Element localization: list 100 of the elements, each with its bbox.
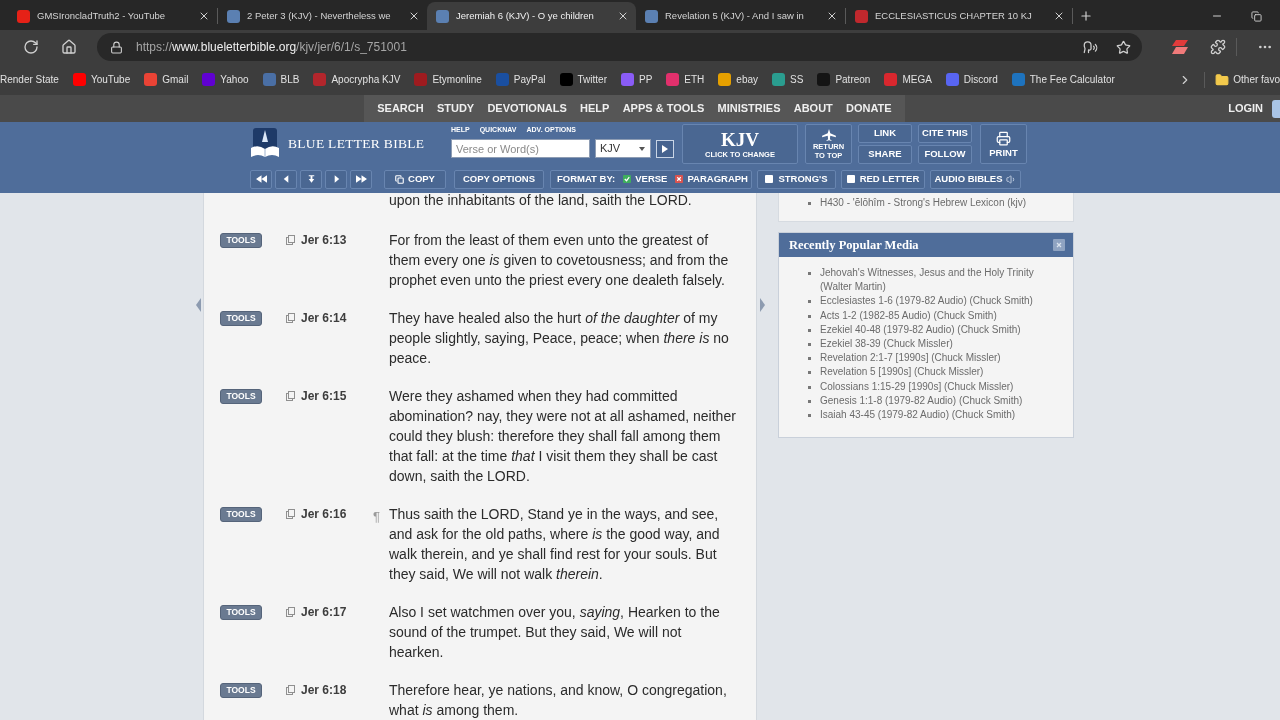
copy-button[interactable]: COPY [384, 169, 446, 189]
verse-reference[interactable]: Jer 6:14 [301, 308, 369, 328]
bookmark[interactable]: The Fee Calculator [1011, 72, 1115, 87]
media-link[interactable]: Ezekiel 38-39 (Chuck Missler) [820, 337, 1050, 352]
tools-button[interactable]: TOOLS [220, 605, 262, 620]
tools-button[interactable]: TOOLS [220, 389, 262, 404]
media-link[interactable]: Ezekiel 40-48 (1979-82 Audio) (Chuck Smith) [820, 322, 1050, 337]
bookmark[interactable]: SS [772, 72, 804, 87]
version-dropdown[interactable]: KJV [595, 139, 651, 158]
reload-icon[interactable] [23, 39, 39, 55]
bookmark[interactable]: Gmail [144, 72, 189, 87]
format-option[interactable]: PARAGRAPH [675, 171, 748, 187]
nav-link[interactable]: MINISTRIES [717, 100, 781, 117]
search-field[interactable]: Verse or Word(s) [451, 139, 590, 158]
home-icon[interactable] [61, 39, 77, 55]
new-tab-icon[interactable] [1079, 9, 1093, 23]
media-link[interactable]: Ecclesiastes 1-6 (1979-82 Audio) (Chuck Smith) [820, 294, 1050, 309]
tools-button[interactable]: TOOLS [220, 507, 262, 522]
tools-button[interactable]: TOOLS [220, 311, 262, 326]
read-aloud-icon[interactable] [1083, 39, 1098, 55]
media-link[interactable]: Acts 1-2 (1982-85 Audio) (Chuck Smith) [820, 308, 1050, 323]
verse-reference[interactable]: Jer 6:15 [301, 386, 369, 406]
restore-icon[interactable] [1251, 11, 1262, 22]
bookmark[interactable]: Discord [945, 72, 998, 87]
nav-link[interactable]: HELP [580, 100, 610, 117]
action-button[interactable]: FOLLOW [918, 145, 972, 164]
next-button[interactable] [325, 169, 347, 189]
stacked-cards-icon[interactable] [1172, 40, 1188, 54]
copy-icon[interactable] [286, 685, 295, 695]
media-link[interactable]: Revelation 2:1-7 [1990s] (Chuck Missler) [820, 351, 1050, 366]
close-icon[interactable] [826, 10, 838, 22]
lock-icon[interactable] [110, 40, 123, 54]
jump-down-button[interactable] [300, 169, 322, 189]
nav-link[interactable]: DONATE [846, 100, 892, 117]
bookmark[interactable]: PayPal [495, 72, 546, 87]
bookmark[interactable]: YouTube [72, 72, 131, 87]
audio-bibles-button[interactable]: AUDIO BIBLES [930, 169, 1021, 189]
address-bar[interactable]: https://www.blueletterbible.org/kjv/jer/6/1/s_751001 [97, 33, 1142, 61]
media-link[interactable]: Genesis 1:1-8 (1979-82 Audio) (Chuck Smith) [820, 393, 1050, 409]
print-button[interactable]: PRINT [980, 124, 1027, 164]
close-icon[interactable] [617, 10, 629, 22]
bookmark-folder[interactable]: Other favo [1215, 72, 1280, 87]
side-tab[interactable] [1272, 99, 1280, 118]
media-link[interactable]: Jehovah's Witnesses, Jesus and the Holy Trinity (Walter Martin) [820, 266, 1050, 295]
media-link[interactable]: Colossians 1:15-29 [1990s] (Chuck Missler) [820, 379, 1050, 394]
browser-tab[interactable]: GMSIroncladTruth2 - YouTube [8, 2, 217, 30]
bullet-icon [808, 343, 811, 346]
copy-icon[interactable] [286, 391, 295, 401]
previous-button[interactable] [275, 169, 297, 189]
browser-tab[interactable]: ECCLESIASTICUS CHAPTER 10 KJ [846, 2, 1072, 30]
login-link[interactable]: LOGIN [1228, 100, 1263, 117]
site-logo-text[interactable]: BLUE LETTER BIBLE [288, 136, 440, 152]
nav-link[interactable]: STUDY [436, 100, 475, 117]
bookmark[interactable]: Render State [0, 72, 59, 87]
bookmark[interactable]: Apocrypha KJV [313, 72, 401, 87]
toggle-button[interactable]: STRONG'S [757, 169, 836, 189]
copy-icon[interactable] [286, 607, 295, 617]
lexicon-link[interactable]: H430 - 'ĕlōhîm - Strong's Hebrew Lexicon (kjv) [820, 196, 1027, 210]
toggle-button[interactable]: RED LETTER [841, 169, 925, 189]
media-link[interactable]: Isaiah 43-45 (1979-82 Audio) (Chuck Smith) [820, 408, 1050, 423]
bookmark[interactable]: ETH [666, 72, 705, 87]
bookmark[interactable]: MEGA [884, 72, 932, 87]
first-chapter-button[interactable] [250, 169, 272, 189]
nav-link[interactable]: SEARCH [377, 100, 424, 117]
tools-button[interactable]: TOOLS [220, 233, 262, 248]
close-icon[interactable] [1053, 10, 1065, 22]
media-link[interactable]: Revelation 5 [1990s] (Chuck Missler) [820, 365, 1050, 380]
action-button[interactable]: LINK [858, 124, 912, 143]
bookmark[interactable]: Patreon [817, 72, 871, 87]
verse-reference[interactable]: Jer 6:18 [301, 680, 369, 700]
nav-link[interactable]: ABOUT [793, 100, 833, 117]
puzzle-icon[interactable] [1210, 39, 1226, 55]
bookmark[interactable]: ebay [718, 72, 759, 87]
bookmark[interactable]: BLB [262, 72, 300, 87]
nav-link[interactable]: APPS & TOOLS [622, 100, 705, 117]
close-icon[interactable] [408, 10, 420, 22]
browser-tab[interactable]: Jeremiah 6 (KJV) - O ye children [427, 2, 636, 30]
verse-reference[interactable]: Jer 6:13 [301, 230, 369, 250]
last-chapter-button[interactable] [350, 169, 372, 189]
browser-tab[interactable]: Revelation 5 (KJV) - And I saw in [636, 2, 845, 30]
bible-logo-icon[interactable] [250, 128, 280, 158]
bookmark[interactable]: PP [621, 72, 653, 87]
go-button[interactable] [656, 139, 674, 158]
copy-icon[interactable] [286, 313, 295, 323]
action-button[interactable]: SHARE [858, 145, 912, 164]
nav-link[interactable]: DEVOTIONALS [487, 100, 567, 117]
copy-icon[interactable] [286, 509, 295, 519]
format-option[interactable]: VERSE [623, 171, 668, 187]
bookmark[interactable]: Twitter [559, 72, 607, 87]
verse-reference[interactable]: Jer 6:16 [301, 504, 369, 524]
close-icon[interactable] [198, 10, 210, 22]
verse-reference[interactable]: Jer 6:17 [301, 602, 369, 622]
browser-tab[interactable]: 2 Peter 3 (KJV) - Nevertheless we [218, 2, 427, 30]
bookmark[interactable]: Etymonline [414, 72, 482, 87]
tools-button[interactable]: TOOLS [220, 683, 262, 698]
action-button[interactable]: CITE THIS [918, 124, 972, 143]
copy-icon[interactable] [286, 235, 295, 245]
bookmark[interactable]: Yahoo [202, 72, 249, 87]
favorite-star-icon[interactable] [1116, 39, 1131, 55]
copy-options-button[interactable]: COPY OPTIONS [454, 169, 544, 189]
